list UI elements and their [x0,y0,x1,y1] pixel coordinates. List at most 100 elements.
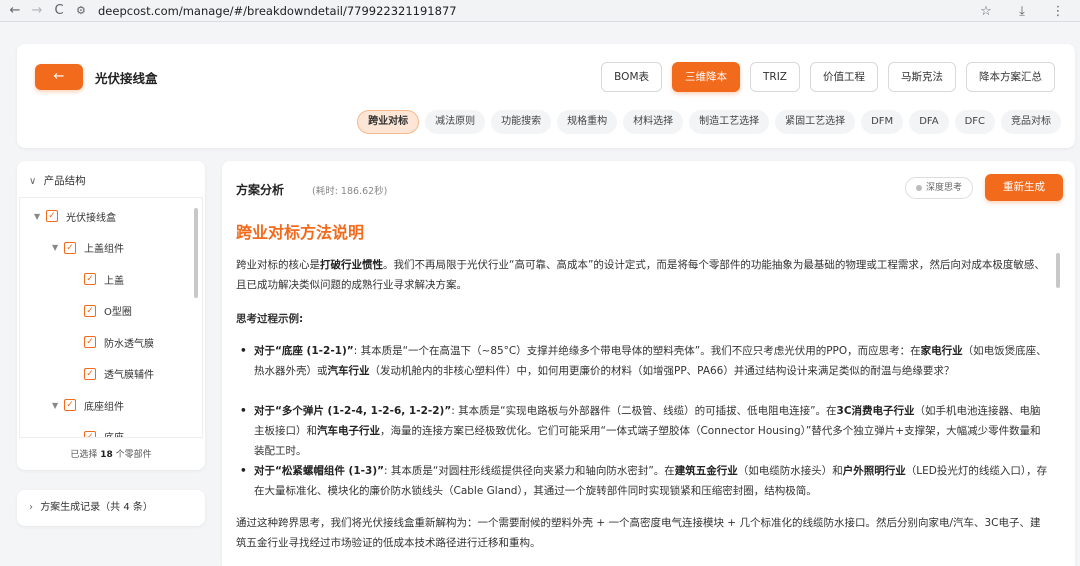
selection-summary: 已选择 18 个零部件 [17,447,205,460]
item-bold: 3C消费电子行业 [836,405,915,417]
tree-node-label: 防水透气膜 [104,338,154,350]
tree-node-label: 上盖 [104,275,124,287]
method-tab-3[interactable]: 规格重构 [557,110,618,134]
tool-button-5[interactable]: 降本方案汇总 [966,62,1055,92]
checkbox[interactable]: ✓ [84,430,96,437]
item-bold: 家电行业 [920,345,963,357]
item-bold: 汽车电子行业 [317,425,380,437]
method-tab-1[interactable]: 减法原则 [425,110,486,134]
checkbox[interactable]: ✓ [84,367,96,380]
url-text[interactable]: deepcost.com/manage/#/breakdowndetail/77… [98,4,457,18]
tree-node-label: 底座 [104,429,124,437]
tree-node[interactable]: ▼ ✓ 底座组件 [52,395,124,415]
method-tab-6[interactable]: 紧固工艺选择 [775,110,856,134]
thinking-title: 思考过程示例: [236,313,304,325]
item-heading: 对于“底座 (1-2-1)” [254,345,354,357]
browser-toolbar: ← → C ⚙ deepcost.com/manage/#/breakdownd… [0,0,1080,22]
tree-node-label: O型圈 [104,307,132,318]
checkbox[interactable]: ✓ [84,304,96,317]
item-text: （发动机舱内的非核心塑料件）中，如何用更廉价的材料（如增强PP、PA66）并通过… [369,365,955,377]
tool-button-2[interactable]: TRIZ [750,62,800,92]
item-text: （如电缆防水接头）和 [737,465,843,477]
tool-button-group: BOM表 三维降本 TRIZ 价值工程 马斯克法 降本方案汇总 [601,62,1055,92]
site-settings-icon[interactable]: ⚙ [76,4,92,17]
method-tab-10[interactable]: 竞品对标 [1001,110,1061,134]
structure-tree: ▼✓光伏接线盒▼✓上盖组件✓上盖✓O型圈✓防水透气膜✓透气膜辅件▼✓底座组件✓底… [19,197,203,438]
selected-count: 18 [100,450,113,460]
tool-button-0[interactable]: BOM表 [601,62,662,92]
checkbox[interactable]: ✓ [64,399,76,411]
deep-think-label: 深度思考 [926,183,963,193]
example-list: 对于“底座 (1-2-1)”: 其本质是“一个在高温下（~85°C）支撑并绝缘多… [236,341,1048,501]
conclusion-paragraph: 通过这种跨界思考，我们将光伏接线盒重新解构为：一个需要耐候的塑料外壳 + 一个高… [236,517,1041,549]
item-bold: 建筑五金行业 [674,465,738,477]
toggle-dot-icon [916,184,922,191]
checkbox[interactable]: ✓ [46,210,58,222]
tree-scrollbar[interactable] [194,208,198,298]
tree-node[interactable]: ✓ 上盖 [84,269,124,289]
star-icon[interactable]: ☆ [968,4,1004,19]
method-tab-0[interactable]: 跨业对标 [357,110,420,134]
regenerate-button[interactable]: 重新生成 [985,174,1063,201]
tree-node[interactable]: ✓ 透气膜辅件 [84,364,154,384]
tree-node[interactable]: ✓ 防水透气膜 [84,332,154,352]
tool-button-4[interactable]: 马斯克法 [888,62,956,92]
tree-node-label: 底座组件 [84,401,124,413]
product-structure-title: 产品结构 [43,175,86,187]
tree-node[interactable]: ▼ ✓ 光伏接线盒 [34,206,116,226]
chevron-down-icon: ∨ [29,176,37,187]
analysis-panel: 方案分析 (耗时: 186.62秒) 深度思考 重新生成 跨业对标方法说明 跨业… [222,161,1075,566]
analysis-title: 方案分析 [236,183,285,197]
history-label: 方案生成记录（共 4 条） [40,502,153,513]
item-text: : 其本质是“对圆柱形线缆提供径向夹紧力和轴向防水密封”。在 [384,465,675,477]
product-structure-header[interactable]: ∨ 产品结构 [29,173,86,188]
list-item: 对于“底座 (1-2-1)”: 其本质是“一个在高温下（~85°C）支撑并绝缘多… [236,341,1048,401]
method-tab-7[interactable]: DFM [861,110,904,134]
list-item: 对于“松紧螺帽组件 (1-3)”: 其本质是“对圆柱形线缆提供径向夹紧力和轴向防… [236,461,1048,501]
tool-button-1[interactable]: 三维降本 [672,62,740,92]
tree-node-label: 上盖组件 [84,244,124,255]
product-structure-panel: ∨ 产品结构 ▼ ✓ 光伏接线盒 ▼ ✓ 上盖组件 ✓ 上盖 ✓ O型圈 ✓ 防水透气膜 ✓ 透气膜辅件 ▼… [17,161,205,470]
content-scrollbar[interactable] [1056,253,1060,288]
method-tab-bar: 跨业对标 减法原则 功能搜索 规格重构 材料选择 制造工艺选择 紧固工艺选择 DFM DFA DF… [357,110,1061,134]
page-title: 光伏接线盒 [95,71,158,86]
method-tab-4[interactable]: 材料选择 [623,110,684,134]
item-bold: 汽车行业 [327,365,370,377]
chevron-right-icon: › [29,502,33,513]
arrow-left-icon: ← [53,69,65,84]
caret-down-icon[interactable]: ▼ [34,212,46,221]
method-tab-2[interactable]: 功能搜索 [491,110,552,134]
section-title: 跨业对标方法说明 [236,223,365,242]
item-heading: 对于“松紧螺帽组件 (1-3)” [254,465,385,477]
selection-suffix: 个零部件 [115,450,152,460]
elapsed-time: (耗时: 186.62秒) [312,186,388,197]
method-tab-9[interactable]: DFC [954,110,995,134]
method-tab-5[interactable]: 制造工艺选择 [689,110,770,134]
method-tab-8[interactable]: DFA [909,110,949,134]
download-icon[interactable]: ⤓ [1004,4,1040,19]
menu-icon[interactable]: ⋮ [1040,4,1076,19]
item-bold: 户外照明行业 [842,465,906,477]
caret-down-icon[interactable]: ▼ [52,401,64,410]
tree-node-label: 透气膜辅件 [104,370,154,381]
list-item: 对于“多个弹片 (1-2-4, 1-2-6, 1-2-2)”: 其本质是“实现电… [236,401,1048,461]
history-panel[interactable]: › 方案生成记录（共 4 条） [17,490,205,526]
tool-button-3[interactable]: 价值工程 [810,62,878,92]
back-button[interactable]: ← [35,64,83,90]
tree-node[interactable]: ✓ 底座 [84,427,124,437]
deep-think-toggle[interactable]: 深度思考 [905,177,974,199]
tree-node[interactable]: ▼ ✓ 上盖组件 [52,238,124,258]
item-text: : 其本质是“一个在高温下（~85°C）支撑并绝缘多个带电导体的塑料壳体”。我们… [353,345,921,357]
checkbox[interactable]: ✓ [84,336,96,348]
tree-node[interactable]: ✓ O型圈 [84,301,132,321]
item-text: : 其本质是“实现电路板与外部器件（二极管、线缆）的可插拔、低电阻电连接”。在 [451,405,837,417]
checkbox[interactable]: ✓ [64,241,76,254]
intro-paragraph: 跨业对标的核心是打破行业惯性。我们不再局限于光伏行业“高可靠、高成本”的设计定式… [236,255,1048,295]
reload-icon[interactable]: C [48,3,70,18]
forward-arrow-icon[interactable]: → [26,3,48,18]
back-arrow-icon[interactable]: ← [4,3,26,18]
checkbox[interactable]: ✓ [84,273,96,285]
caret-down-icon[interactable]: ▼ [52,243,64,252]
item-heading: 对于“多个弹片 (1-2-4, 1-2-6, 1-2-2)” [254,405,452,417]
address-bar[interactable]: ⚙ deepcost.com/manage/#/breakdowndetail/… [76,2,457,20]
